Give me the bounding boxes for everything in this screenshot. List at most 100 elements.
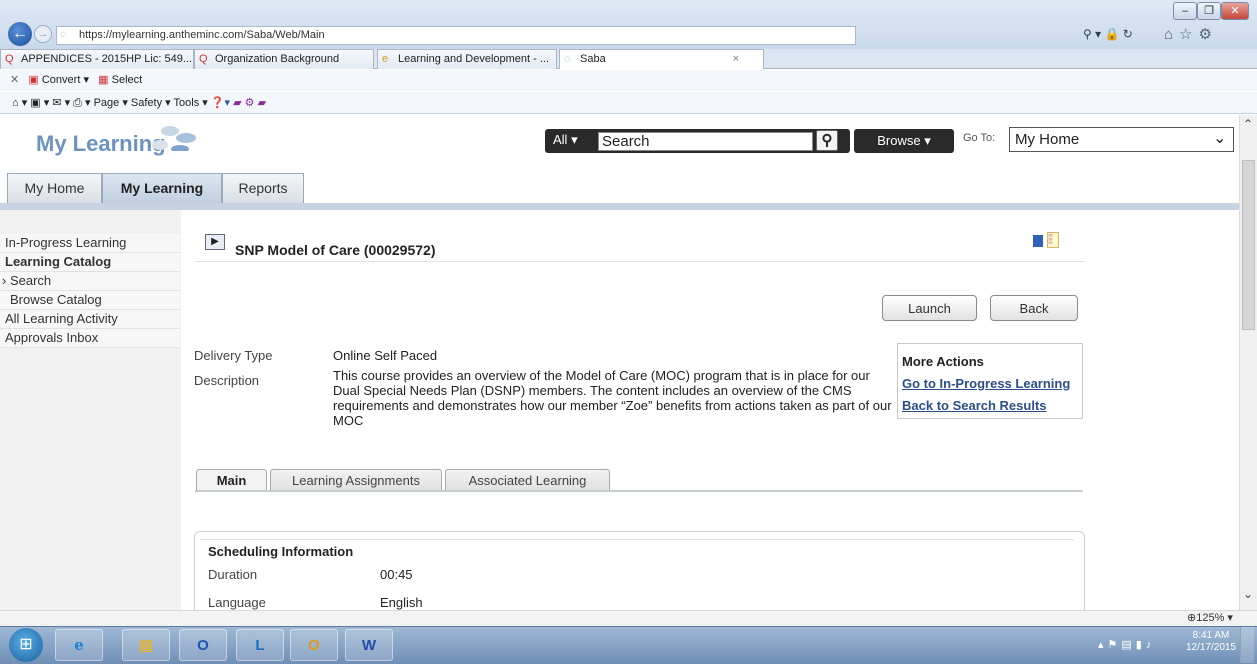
favorites-bar: ✕ ▣ Convert ▾ ▦ Select [0, 70, 1257, 91]
course-type-icon: ▶ [205, 234, 225, 250]
onenote-icon[interactable]: ▰ ⚙ ▰ [233, 97, 266, 109]
scroll-up-icon[interactable]: ⌃ [1243, 117, 1253, 131]
window-controls: – ❐ ✕ [1173, 2, 1249, 20]
document-icon[interactable] [1033, 235, 1043, 247]
browser-tab-label: Learning and Development - ... [398, 53, 550, 65]
delivery-type-value: Online Self Paced [333, 348, 438, 363]
language-value: English [380, 595, 423, 610]
tab-learning-assignments[interactable]: Learning Assignments [270, 469, 442, 491]
tab-my-learning[interactable]: My Learning [102, 173, 222, 203]
tab-associated-learning[interactable]: Associated Learning [445, 469, 610, 491]
search-input[interactable]: Search [598, 132, 813, 151]
toolbar-icons[interactable]: ⌂ ▾ ▣ ▾ ✉ ▾ ⎙ ▾ [12, 97, 94, 109]
zoom-control[interactable]: ⊕125% ▾ [1187, 611, 1233, 624]
more-actions-panel: More Actions Go to In-Progress Learning … [897, 343, 1083, 419]
go-to-in-progress-link[interactable]: Go to In-Progress Learning [902, 376, 1070, 391]
saba-icon: ◌ [564, 53, 571, 65]
tab-reports[interactable]: Reports [222, 173, 304, 203]
select-button[interactable]: Select [112, 74, 143, 86]
select-icon: ▦ [98, 74, 109, 86]
tab-main[interactable]: Main [196, 469, 267, 491]
notes-icon[interactable]: ≡ ≡ ≡ [1047, 231, 1059, 248]
vertical-scrollbar[interactable]: ⌃ ⌄ [1239, 115, 1257, 610]
start-button-icon[interactable]: ⊞ [9, 628, 43, 662]
clock[interactable]: 8:41 AM 12/17/2015 [1186, 630, 1236, 654]
q-icon: Q [5, 53, 14, 65]
outlook-calendar-icon[interactable]: O [290, 629, 338, 661]
close-icon[interactable]: ✕ [1221, 2, 1249, 20]
outlook-icon[interactable]: O [179, 629, 227, 661]
duration-label: Duration [208, 567, 258, 582]
sidebar-item-browse-catalog[interactable]: Browse Catalog [0, 291, 180, 310]
description-value: This course provides an overview of the … [333, 368, 892, 428]
scroll-thumb[interactable] [1242, 160, 1255, 330]
title-divider [195, 261, 1085, 262]
browser-tab[interactable]: Q APPENDICES - 2015HP Lic: 549... [0, 49, 194, 69]
chevron-down-icon[interactable]: ⌄ [1213, 128, 1226, 148]
delivery-type-label: Delivery Type [194, 348, 273, 363]
duration-value: 00:45 [380, 567, 413, 582]
back-to-search-results-link[interactable]: Back to Search Results [902, 398, 1047, 413]
tab-divider [195, 490, 1083, 492]
internet-explorer-icon[interactable]: e [55, 629, 103, 661]
ie-icon: e [382, 53, 389, 65]
sidebar-item-all-learning[interactable]: All Learning Activity [0, 310, 180, 329]
browse-button[interactable]: Browse ▾ [854, 129, 954, 153]
sidebar-item-approvals[interactable]: Approvals Inbox [0, 329, 180, 348]
home-favorites-settings-icons[interactable]: ⌂☆⚙ [1164, 25, 1218, 43]
sidebar-item-search[interactable]: › Search [0, 272, 180, 291]
zoom-icon: ⊕ [1187, 612, 1197, 624]
browser-forward-button[interactable]: → [34, 25, 52, 43]
more-actions-title: More Actions [902, 354, 984, 369]
clock-time: 8:41 AM [1192, 630, 1230, 641]
browser-tab[interactable]: Q Organization Background [194, 49, 374, 69]
command-bar-menus[interactable]: Page ▾ Safety ▾ Tools ▾ [94, 97, 208, 109]
lync-icon[interactable]: L [236, 629, 284, 661]
my-learning-logo: My Learning [36, 131, 166, 156]
system-tray-icons[interactable]: ▴⚑▤▮♪ [1098, 638, 1155, 651]
browser-tab-label: Saba [580, 53, 606, 65]
scheduling-title: Scheduling Information [208, 544, 354, 559]
browser-tab-label: APPENDICES - 2015HP Lic: 549... [21, 53, 192, 65]
nav-divider [0, 203, 1239, 210]
back-button[interactable]: Back [990, 295, 1078, 321]
description-label: Description [194, 373, 260, 388]
browser-tab-active[interactable]: ◌ Saba × [559, 49, 764, 69]
web-page: My Learning All ▾ Search ⚲ Browse ▾ Go T… [0, 115, 1239, 610]
launch-button[interactable]: Launch [882, 295, 977, 321]
tab-my-home[interactable]: My Home [7, 173, 102, 203]
status-bar [0, 610, 1257, 626]
sidebar-item-in-progress[interactable]: In-Progress Learning [0, 234, 180, 253]
zoom-level: 125% [1196, 612, 1225, 624]
show-desktop-button[interactable] [1240, 627, 1254, 663]
search-scope-label: All [553, 132, 568, 147]
help-icon[interactable]: ❓▾ [211, 97, 233, 109]
logo-dots-icon [152, 126, 196, 151]
goto-label: Go To: [963, 132, 996, 144]
clock-date: 12/17/2015 [1186, 642, 1237, 653]
file-explorer-icon[interactable]: ▤ [122, 629, 170, 661]
language-label: Language [208, 595, 266, 610]
goto-select[interactable]: My Home [1009, 127, 1234, 152]
browser-back-button[interactable]: ← [8, 22, 32, 46]
pdf-icon: ▣ [28, 74, 39, 86]
browse-label: Browse [877, 133, 921, 148]
maximize-icon[interactable]: ❐ [1197, 2, 1221, 20]
search-icon[interactable]: ⚲ [816, 130, 838, 151]
sidebar-item-learning-catalog[interactable]: Learning Catalog [0, 253, 180, 272]
close-tab-icon[interactable]: × [733, 50, 739, 69]
command-bar: ⌂ ▾ ▣ ▾ ✉ ▾ ⎙ ▾ Page ▾ Safety ▾ Tools ▾ … [0, 92, 1257, 114]
scroll-down-icon[interactable]: ⌄ [1243, 587, 1253, 601]
page-icon: ◌ [60, 29, 66, 40]
convert-button[interactable]: Convert [42, 74, 81, 86]
browser-tab-label: Organization Background [215, 53, 340, 65]
page-title: SNP Model of Care (00029572) [235, 242, 436, 258]
search-scope-dropdown[interactable]: All ▾ [553, 132, 578, 148]
minimize-icon[interactable]: – [1173, 2, 1197, 20]
browser-tab[interactable]: e Learning and Development - ... [377, 49, 557, 69]
address-bar-tools[interactable]: ⚲ ▾ 🔒 ↻ [1083, 27, 1133, 41]
browser-tab-strip: Q APPENDICES - 2015HP Lic: 549... Q Orga… [0, 49, 1257, 69]
word-icon[interactable]: W [345, 629, 393, 661]
address-bar[interactable]: https://mylearning.antheminc.com/Saba/We… [56, 26, 856, 45]
close-icon[interactable]: ✕ [10, 74, 19, 86]
